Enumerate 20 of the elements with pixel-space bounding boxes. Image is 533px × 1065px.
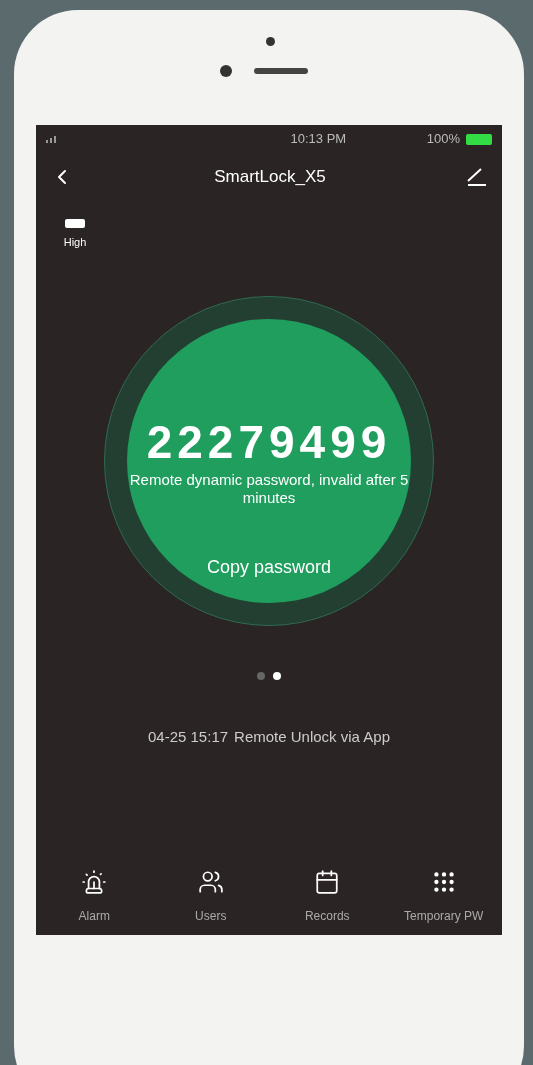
status-time: 10:13 PM (290, 130, 347, 149)
edit-icon[interactable] (466, 167, 488, 187)
tab-button[interactable]: Users (152, 869, 269, 929)
password-note: Remote dynamic password, invalid after 5 minutes (128, 470, 410, 507)
phone-battery-icon (466, 133, 492, 145)
record-time: 04-25 15:17 (148, 726, 229, 747)
screen-title: SmartLock_X5 (214, 166, 326, 189)
siren-icon (81, 869, 108, 895)
lock-battery-label: High (63, 235, 87, 250)
tab-button[interactable]: Temporary PW (385, 869, 502, 929)
lock-battery-icon (65, 219, 85, 228)
tab-button[interactable]: Alarm (36, 869, 153, 929)
battery-percent: 100% (426, 130, 460, 149)
calendar-icon (314, 869, 341, 895)
copy-password-button[interactable]: Copy password (206, 553, 332, 581)
record-event: Remote Unlock via App (234, 726, 390, 747)
speaker-grille (254, 68, 308, 74)
tab-button[interactable]: Records (269, 869, 386, 929)
users-icon (197, 869, 224, 895)
password-code: 22279499 (146, 418, 392, 465)
